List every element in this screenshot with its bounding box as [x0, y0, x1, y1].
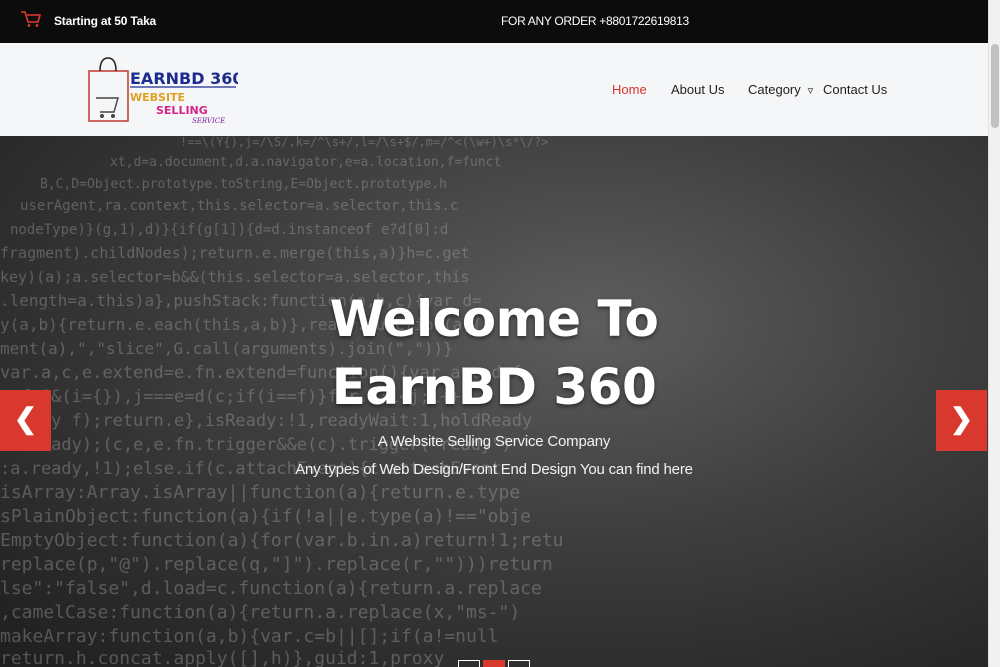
svg-text:EmptyObject:function(a){for(va: EmptyObject:function(a){for(var.b.in.a)r…	[0, 530, 564, 551]
svg-text:fragment).childNodes);return.e: fragment).childNodes);return.e.merge(thi…	[0, 244, 470, 262]
slider-dot-2[interactable]	[483, 660, 505, 667]
hero-title-line-2: EarnBD 360	[331, 358, 657, 416]
svg-text:key)(a);a.selector=b&&(this.se: key)(a);a.selector=b&&(this.selector=a.s…	[0, 268, 470, 286]
scrollbar-thumb[interactable]	[991, 44, 999, 128]
svg-text:!==\(Y{),j=/\S/,k=/^\s+/,l=/\s: !==\(Y{),j=/\S/,k=/^\s+/,l=/\s+$/,m=/^<(…	[180, 136, 548, 149]
hero-subtitle-line-2: Any types of Web Design/Front End Design…	[295, 461, 693, 478]
tagline-text: Starting at 50 Taka	[54, 14, 157, 28]
slider-next-button[interactable]: ❯	[936, 390, 987, 451]
svg-text:xt,d=a.document,d.a.navigator,: xt,d=a.document,d.a.navigator,e=a.locati…	[110, 155, 501, 170]
logo-line-selling: SELLING	[156, 104, 208, 117]
top-bar: Starting at 50 Taka FOR ANY ORDER +88017…	[0, 0, 988, 43]
hero-title-line-1: Welcome To	[329, 290, 659, 348]
site-logo[interactable]: EARNBD 360 WEBSITE SELLING SERVICE	[86, 56, 238, 126]
cart-icon	[21, 11, 42, 27]
svg-text:return.h.concat.apply([],h)},g: return.h.concat.apply([],h)},guid:1,prox…	[0, 648, 444, 667]
nav-home[interactable]: Home	[612, 82, 647, 97]
chevron-right-icon: ❯	[949, 403, 974, 434]
svg-text:replace(p,"@").replace(q,"]").: replace(p,"@").replace(q,"]").replace(r,…	[0, 554, 553, 575]
caret-down-icon: ▿	[807, 85, 814, 97]
svg-text:isArray:Array.isArray||functio: isArray:Array.isArray||function(a){retur…	[0, 482, 520, 503]
svg-text:sPlainObject:function(a){if(!a: sPlainObject:function(a){if(!a||e.type(a…	[0, 506, 531, 527]
chevron-left-icon: ❮	[13, 403, 38, 434]
logo-title: EARNBD 360	[130, 69, 238, 88]
slider-prev-button[interactable]: ❮	[0, 390, 51, 451]
svg-text:nodeType)}(g,1),d)}{if(g[1]){d: nodeType)}(g,1),d)}{if(g[1]){d=d.instanc…	[10, 222, 448, 238]
hero-slider: !==\(Y{),j=/\S/,k=/^\s+/,l=/\s+$/,m=/^<(…	[0, 136, 988, 667]
slider-dot-1[interactable]	[458, 660, 480, 667]
nav-category-label: Category	[748, 82, 801, 97]
nav-category[interactable]: Category ▿	[748, 82, 813, 97]
svg-text:B,C,D=Object.prototype.toStrin: B,C,D=Object.prototype.toString,E=Object…	[40, 177, 447, 192]
nav-contact-us[interactable]: Contact Us	[823, 82, 887, 97]
page-scrollbar[interactable]	[988, 0, 1000, 667]
svg-text:makeArray:function(a,b){var.c=: makeArray:function(a,b){var.c=b||[];if(a…	[0, 626, 499, 647]
slider-dot-3[interactable]	[508, 660, 530, 667]
nav-about-us[interactable]: About Us	[671, 82, 724, 97]
hero-subtitle-line-1: A Website Selling Service Company	[377, 433, 611, 450]
logo-line-service: SERVICE	[192, 117, 225, 125]
site-header: EARNBD 360 WEBSITE SELLING SERVICE Home …	[0, 43, 988, 136]
svg-text:,camelCase:function(a){return.: ,camelCase:function(a){return.a.replace(…	[0, 602, 520, 623]
svg-text:userAgent,ra.context,this.sele: userAgent,ra.context,this.selector=a.sel…	[20, 198, 458, 214]
order-phone-text: FOR ANY ORDER +8801722619813	[501, 14, 689, 28]
svg-text:lse":"false",d.load=c.function: lse":"false",d.load=c.function(a){return…	[0, 578, 542, 599]
logo-line-website: WEBSITE	[130, 91, 185, 104]
